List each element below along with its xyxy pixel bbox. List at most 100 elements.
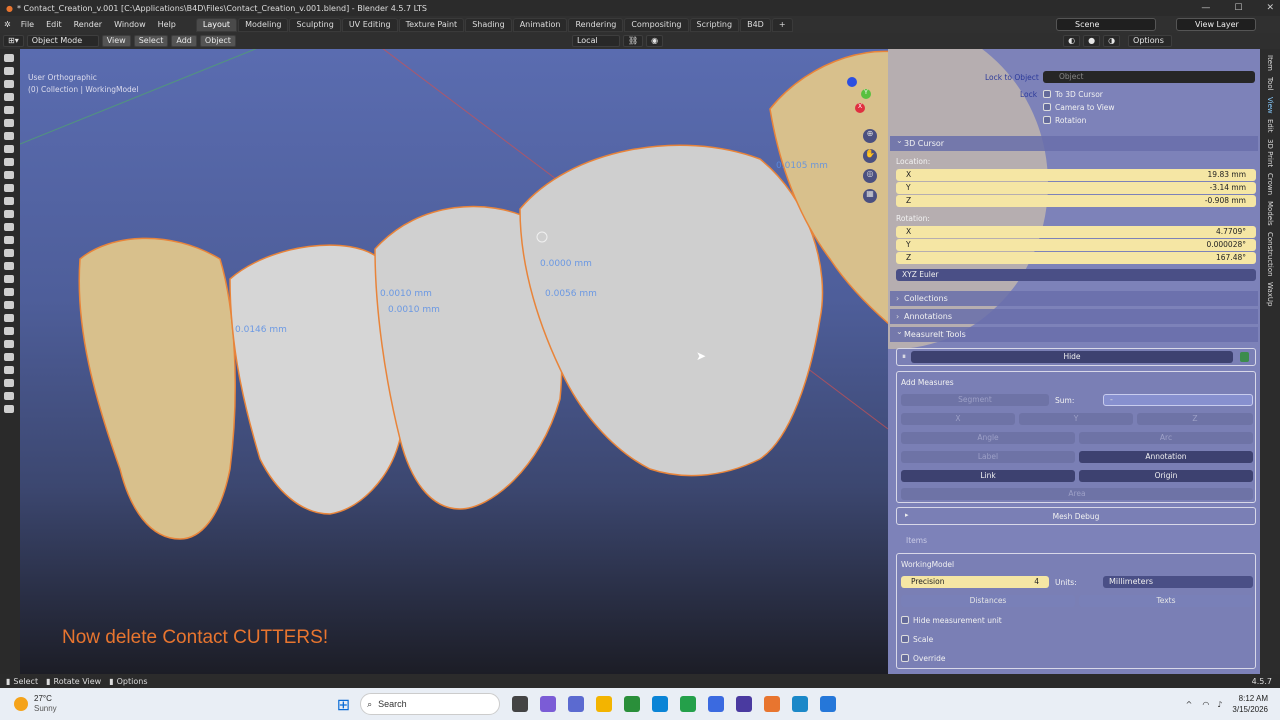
tab-view[interactable]: View [1266,97,1274,114]
tool-icon[interactable] [4,405,14,413]
taskbar-app-icon[interactable] [652,696,669,712]
cursor-rotation-y[interactable]: Y 0.000028° [896,239,1256,251]
shading-material-icon[interactable]: ◑ [1103,35,1121,47]
tab-b4d[interactable]: B4D [740,17,771,32]
tab-uv-editing[interactable]: UV Editing [341,17,398,32]
taskbar-app-icon[interactable] [820,696,837,712]
clock[interactable]: 8:12 AM 3/15/2026 [1232,693,1268,715]
tab-texture-paint[interactable]: Texture Paint [398,17,465,32]
area-button[interactable]: Area [901,488,1253,500]
angle-button[interactable]: Angle [901,432,1075,444]
maximize-button[interactable]: ☐ [1234,3,1242,13]
pan-hand-icon[interactable]: ✋ [863,149,877,163]
wifi-icon[interactable]: ◠ [1202,700,1209,709]
arc-button[interactable]: Arc [1079,432,1253,444]
tool-icon[interactable] [4,106,14,114]
tab-sculpting[interactable]: Sculpting [289,17,341,32]
camera-icon[interactable]: ◎ [863,169,877,183]
tool-icon[interactable] [4,80,14,88]
tool-icon[interactable] [4,197,14,205]
tab-models[interactable]: Models [1266,201,1274,226]
tab-waxup[interactable]: WaxUp [1266,282,1274,306]
tab-animation[interactable]: Animation [512,17,568,32]
rotation-mode-dropdown[interactable]: XYZ Euler [896,269,1256,281]
link-button[interactable]: Link [901,470,1075,482]
tool-icon[interactable] [4,275,14,283]
volume-icon[interactable]: ♪ [1217,700,1222,709]
snap-icon[interactable]: ⛓ [622,35,644,47]
tool-icon[interactable] [4,340,14,348]
tab-modeling[interactable]: Modeling [238,17,289,32]
shading-solid-icon[interactable]: ● [1083,35,1101,47]
tool-icon[interactable] [4,262,14,270]
annotation-button[interactable]: Annotation [1079,451,1253,463]
cursor-rotation-z[interactable]: Z 167.48° [896,252,1256,264]
cursor-location-x[interactable]: X 19.83 mm [896,169,1256,181]
section-measureit-tools[interactable]: MeasureIt Tools [890,324,1258,342]
taskbar-app-icon[interactable] [512,696,529,712]
menu-file[interactable]: File [15,20,40,29]
menu-edit[interactable]: Edit [40,20,68,29]
precision-field[interactable]: Precision 4 [901,576,1049,588]
tool-icon[interactable] [4,184,14,192]
tool-icon[interactable] [4,67,14,75]
tool-icon[interactable] [4,327,14,335]
tab-shading[interactable]: Shading [465,17,512,32]
tool-icon[interactable] [4,249,14,257]
origin-button[interactable]: Origin [1079,470,1253,482]
cursor-rotation-x[interactable]: X 4.7709° [896,226,1256,238]
blender-menu-icon[interactable]: ✲ [4,20,11,29]
scene-selector[interactable]: Scene [1056,18,1156,31]
lock-object-field[interactable]: Object [1043,71,1255,83]
distances-button[interactable]: Distances [901,595,1075,607]
3d-viewport[interactable]: User Orthographic (0) Collection | Worki… [20,49,888,674]
add-workspace-button[interactable]: + [771,17,793,32]
tab-tool[interactable]: Tool [1266,77,1274,91]
select-menu[interactable]: Select [133,35,169,47]
cursor-location-y[interactable]: Y -3.14 mm [896,182,1256,194]
object-menu[interactable]: Object [199,35,236,47]
tab-compositing[interactable]: Compositing [624,17,689,32]
tool-icon[interactable] [4,171,14,179]
navigation-gizmo[interactable]: Y X [835,77,875,123]
mesh-debug-box[interactable]: ▸ Mesh Debug [896,507,1256,525]
z-axis-button[interactable]: Z [1137,413,1253,425]
tab-scripting[interactable]: Scripting [689,17,740,32]
tool-icon[interactable] [4,288,14,296]
gizmo-x-icon[interactable]: X [855,103,865,113]
orientation-dropdown[interactable]: Local [571,35,620,47]
section-collections[interactable]: Collections [890,291,1258,306]
tab-rendering[interactable]: Rendering [568,17,624,32]
proportional-icon[interactable]: ◉ [646,35,664,47]
hide-button[interactable]: Hide [911,351,1233,363]
tab-layout[interactable]: Layout [195,17,238,32]
tool-icon[interactable] [4,210,14,218]
tab-construction[interactable]: Construction [1266,232,1274,277]
taskbar-search[interactable]: ⌕ Search [360,693,501,715]
section-3d-cursor[interactable]: 3D Cursor [890,133,1258,151]
tab-item[interactable]: Item [1266,55,1274,71]
tool-icon[interactable] [4,301,14,309]
zoom-icon[interactable]: ⊕ [863,129,877,143]
view-layer-selector[interactable]: View Layer [1176,18,1256,31]
tool-icon[interactable] [4,119,14,127]
minimize-button[interactable]: — [1201,3,1210,13]
cursor-location-z[interactable]: Z -0.908 mm [896,195,1256,207]
gizmo-z-icon[interactable] [847,77,857,87]
menu-window[interactable]: Window [108,20,152,29]
grid-icon[interactable]: ▦ [863,189,877,203]
taskbar-app-icon[interactable] [708,696,725,712]
camera-to-view-checkbox[interactable] [1043,103,1051,111]
tool-icon[interactable] [4,93,14,101]
tool-icon[interactable] [4,132,14,140]
tool-icon[interactable] [4,314,14,322]
segment-button[interactable]: Segment [901,394,1049,406]
tab-crown[interactable]: Crown [1266,173,1274,195]
tool-icon[interactable] [4,236,14,244]
menu-render[interactable]: Render [68,20,108,29]
chevron-up-icon[interactable]: ^ [1186,700,1193,709]
units-dropdown[interactable]: Millimeters [1103,576,1253,588]
taskbar-app-icon[interactable] [568,696,585,712]
taskbar-app-icon[interactable] [540,696,557,712]
texts-button[interactable]: Texts [1079,595,1253,607]
